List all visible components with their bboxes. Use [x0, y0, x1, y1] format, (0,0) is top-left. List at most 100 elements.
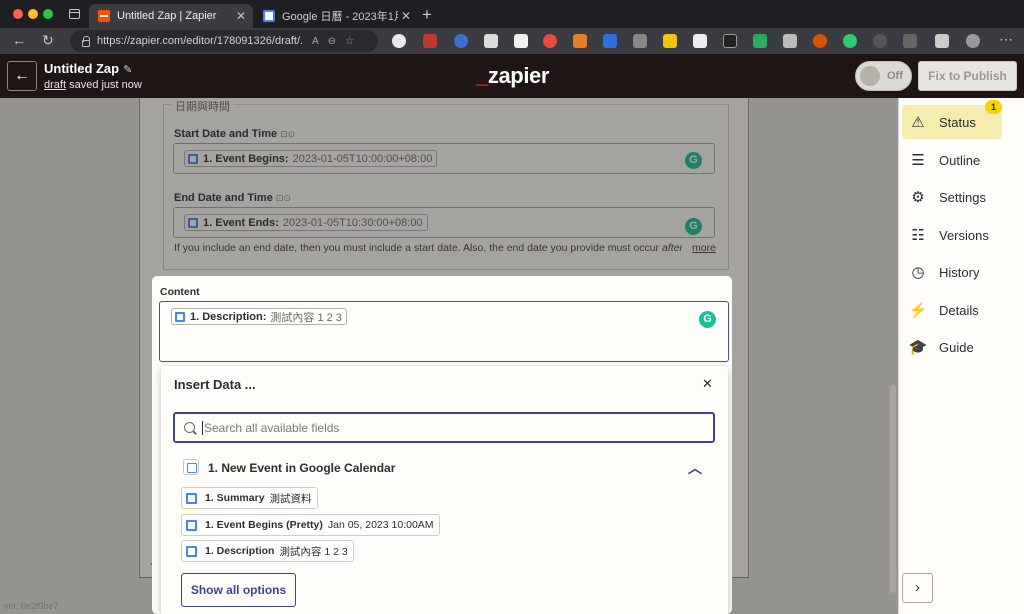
extension-icon[interactable] — [843, 34, 857, 48]
status-badge: 1 — [985, 100, 1002, 114]
save-status: draft saved just now — [44, 79, 142, 91]
draft-link[interactable]: draft — [44, 79, 66, 91]
back-arrow-icon: ← — [14, 67, 30, 84]
saved-status-text: saved just now — [69, 79, 142, 91]
grammarly-icon[interactable]: G — [699, 311, 716, 328]
collections-icon[interactable] — [935, 34, 949, 48]
extension-icon[interactable] — [392, 34, 406, 48]
chevron-up-icon[interactable]: ︿ — [688, 458, 702, 478]
list-icon: ☰ — [911, 152, 925, 169]
zap-title[interactable]: Untitled Zap ✎ — [44, 61, 132, 76]
extension-icon[interactable] — [753, 34, 767, 48]
chevron-right-icon: › — [915, 579, 920, 596]
content-label: Content — [160, 286, 200, 298]
extension-icon[interactable] — [873, 34, 887, 48]
window-close-button[interactable] — [13, 9, 23, 19]
expand-sidebar-button[interactable]: › — [902, 573, 933, 603]
extension-icon[interactable] — [573, 34, 587, 48]
toggle-label: Off — [887, 70, 903, 82]
back-arrow-icon[interactable]: ← — [12, 32, 26, 49]
data-option-summary[interactable]: 1. Summary 測試資料 — [181, 487, 318, 509]
tab-overview-icon[interactable] — [69, 9, 80, 19]
sidebar-item-guide[interactable]: 🎓 Guide — [902, 330, 1002, 364]
more-menu-icon[interactable]: ⋯ — [999, 31, 1013, 48]
extension-icon[interactable] — [663, 34, 677, 48]
google-calendar-icon — [186, 545, 197, 557]
google-calendar-favicon-icon — [263, 10, 275, 22]
sidebar-scrollbar[interactable] — [890, 385, 896, 593]
stack-icon: ☷ — [911, 227, 925, 244]
sidebar-item-label: Guide — [939, 339, 974, 355]
sidebar-item-label: Outline — [939, 152, 981, 168]
extension-icon[interactable] — [783, 34, 797, 48]
tab-google-calendar[interactable]: Google 日曆 - 2023年1月 ✕ — [254, 4, 418, 28]
favorite-icon[interactable]: ☆ — [345, 36, 354, 47]
zoom-icon[interactable]: ⊖ — [328, 36, 336, 47]
sidebar-item-outline[interactable]: ☰ Outline — [902, 143, 1002, 177]
sidebar-item-label: Details — [939, 302, 979, 318]
text-caret — [202, 420, 203, 435]
show-all-options-button[interactable]: Show all options — [181, 573, 296, 607]
sidebar-item-settings[interactable]: ⚙ Settings — [902, 180, 1002, 214]
extension-icon[interactable] — [514, 34, 528, 48]
url-text[interactable]: https://zapier.com/editor/178091326/draf… — [97, 35, 303, 47]
search-field[interactable] — [173, 412, 715, 443]
tab-title: Untitled Zap | Zapier — [117, 10, 217, 22]
browser-toolbar: ← ↻ https://zapier.com/editor/178091326/… — [0, 28, 1024, 54]
google-calendar-icon — [186, 492, 197, 504]
profile-avatar[interactable] — [966, 34, 980, 48]
extension-icon[interactable] — [633, 34, 647, 48]
clock-icon: ◷ — [911, 264, 925, 281]
zap-on-off-toggle[interactable]: Off — [855, 61, 912, 91]
window-minimize-button[interactable] — [28, 9, 38, 19]
version-label: ver. 0e2f9be7 — [4, 601, 59, 611]
reload-icon[interactable]: ↻ — [42, 32, 54, 49]
new-tab-button[interactable]: + — [422, 6, 432, 23]
fix-to-publish-button[interactable]: Fix to Publish — [918, 61, 1017, 91]
extension-icon[interactable] — [693, 34, 707, 48]
data-option-description[interactable]: 1. Description 測試內容 1 2 3 — [181, 540, 354, 562]
gear-icon: ⚙ — [911, 189, 925, 206]
tab-zapier[interactable]: Untitled Zap | Zapier ✕ — [89, 4, 253, 28]
description-pill[interactable]: 1. Description: 測試內容 1 2 3 — [171, 308, 347, 325]
pencil-icon[interactable]: ✎ — [123, 64, 132, 76]
google-calendar-icon — [175, 311, 185, 322]
tab-title: Google 日曆 - 2023年1月 — [282, 11, 398, 23]
extension-icon[interactable] — [454, 34, 468, 48]
extensions-puzzle-icon[interactable] — [903, 34, 917, 48]
back-button[interactable]: ← — [7, 61, 37, 91]
read-aloud-icon[interactable]: A — [312, 36, 319, 47]
content-field[interactable]: 1. Description: 測試內容 1 2 3 G — [159, 301, 729, 362]
extension-icon[interactable] — [423, 34, 437, 48]
data-group-header[interactable]: 1. New Event in Google Calendar ︿ — [182, 458, 712, 478]
extension-icon[interactable] — [603, 34, 617, 48]
sidebar-item-label: Status — [939, 114, 976, 130]
data-option-event-begins-pretty[interactable]: 1. Event Begins (Pretty) Jan 05, 2023 10:… — [181, 514, 440, 536]
extension-icon[interactable] — [543, 34, 557, 48]
extension-icon[interactable] — [484, 34, 498, 48]
google-calendar-icon — [186, 519, 197, 531]
sidebar-item-label: History — [939, 264, 980, 280]
tab-close-icon[interactable]: ✕ — [398, 9, 414, 23]
sidebar-item-history[interactable]: ◷ History — [902, 255, 1002, 289]
browser-tab-bar: Untitled Zap | Zapier ✕ Google 日曆 - 2023… — [0, 0, 1024, 28]
bolt-file-icon: ⚡ — [908, 302, 928, 319]
close-icon[interactable]: ✕ — [702, 376, 713, 392]
sidebar-item-details[interactable]: ⚡ Details — [902, 293, 1002, 327]
sidebar-item-label: Versions — [939, 227, 989, 243]
modal-title: Insert Data ... — [174, 377, 256, 392]
extension-icon[interactable] — [723, 34, 737, 48]
graduation-cap-icon: 🎓 — [908, 339, 928, 356]
zapier-logo[interactable]: _zapier — [476, 63, 549, 89]
zap-editor-header: ← Untitled Zap ✎ draft saved just now _za… — [0, 54, 1024, 98]
search-input[interactable] — [204, 420, 684, 435]
group-title: 1. New Event in Google Calendar — [208, 461, 396, 475]
sidebar-item-versions[interactable]: ☷ Versions — [902, 218, 1002, 252]
lock-icon — [82, 35, 90, 47]
sidebar-item-label: Settings — [939, 189, 986, 205]
warning-icon: ⚠ — [911, 114, 925, 131]
tab-close-icon[interactable]: ✕ — [233, 9, 249, 23]
extension-icon[interactable] — [813, 34, 827, 48]
address-bar[interactable]: https://zapier.com/editor/178091326/draf… — [70, 30, 378, 52]
window-zoom-button[interactable] — [43, 9, 53, 19]
